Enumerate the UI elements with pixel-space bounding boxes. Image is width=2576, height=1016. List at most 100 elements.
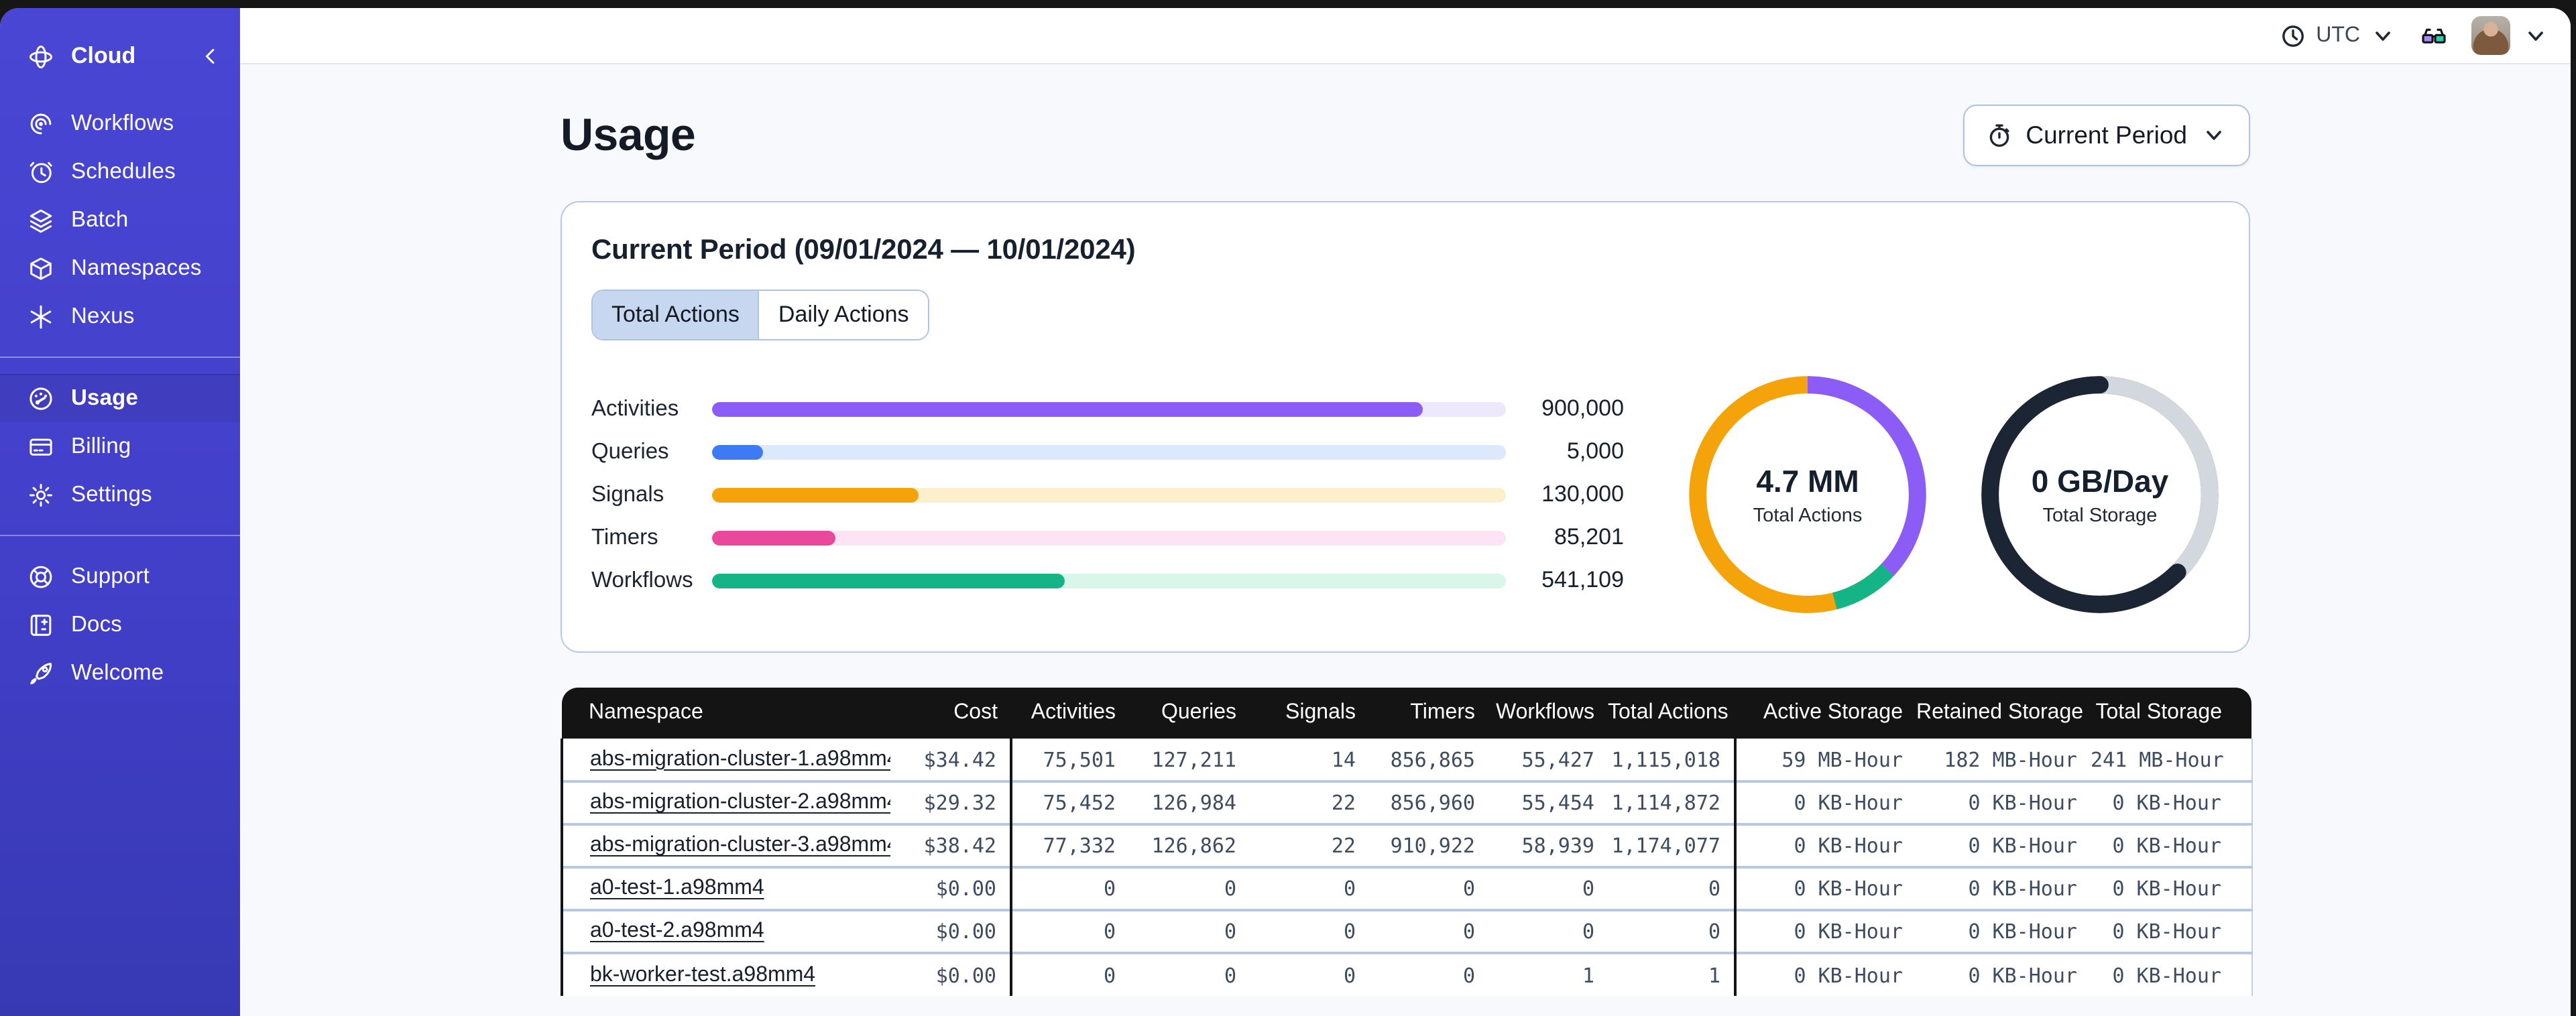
tab-total-actions[interactable]: Total Actions — [593, 291, 758, 339]
user-avatar[interactable] — [2471, 16, 2510, 55]
column-header-workflows: Workflows — [1488, 688, 1608, 739]
table-cell: 75,501 — [1011, 739, 1129, 781]
table-row: a0-test-2.a98mm4 $0.00 0 0 0 0 0 0 0 KB-Hour 0 KB… — [561, 909, 2252, 953]
table-row: a0-test-1.a98mm4 $0.00 0 0 0 0 0 0 0 KB-Hour 0 KB… — [561, 866, 2252, 910]
namespace-link[interactable]: bk-worker-test.a98mm4 — [590, 963, 815, 986]
namespace-link[interactable]: abs-migration-cluster-1.a98mm4 — [590, 747, 890, 770]
table-cell: 0 — [1129, 952, 1250, 996]
table-cell: 0 — [1250, 866, 1369, 910]
bar-label: Activities — [591, 396, 679, 420]
docs-icon — [27, 611, 55, 639]
sidebar-item-namespaces[interactable]: Namespaces — [0, 244, 240, 292]
sidebar-item-welcome[interactable]: Welcome — [0, 649, 240, 697]
glasses-feedback-icon[interactable] — [2420, 22, 2447, 49]
table-cell: 0 — [1369, 952, 1488, 996]
table-cell: 55,454 — [1488, 780, 1608, 824]
timezone-selector[interactable]: UTC — [2280, 22, 2396, 49]
namespace-link[interactable]: a0-test-1.a98mm4 — [590, 877, 764, 899]
table-row: abs-migration-cluster-2.a98mm4 $29.32 75,4… — [561, 780, 2252, 824]
bar-fill — [712, 401, 1423, 416]
sidebar-item-label: Batch — [71, 207, 129, 231]
table-cell: 241 MB-Hour — [2091, 739, 2252, 781]
sidebar-item-label: Settings — [71, 482, 152, 506]
bar-value: 900,000 — [1541, 395, 1624, 421]
sidebar-item-billing[interactable]: Billing — [0, 422, 240, 470]
column-header-cost: Cost — [890, 688, 1011, 739]
namespace-link[interactable]: a0-test-2.a98mm4 — [590, 919, 764, 942]
brand-label: Cloud — [71, 43, 136, 68]
temporal-logo-icon — [27, 42, 55, 70]
bar-row-activities: Activities 900,000 — [591, 387, 1624, 430]
table-cell: 126,984 — [1129, 780, 1250, 824]
namespace-link[interactable]: abs-migration-cluster-2.a98mm4 — [590, 791, 890, 814]
table-cell: 0 KB-Hour — [1916, 952, 2091, 996]
table-row: abs-migration-cluster-1.a98mm4 $34.42 75,5… — [561, 739, 2252, 781]
bar-row-queries: Queries 5,000 — [591, 430, 1624, 473]
table-cell: 77,332 — [1011, 823, 1129, 867]
table-cell: 1,174,077 — [1608, 823, 1737, 867]
actions-tab-group: Total Actions Daily Actions — [591, 290, 929, 340]
sidebar-item-settings[interactable]: Settings — [0, 470, 240, 519]
donut-label: Total Storage — [2042, 505, 2158, 526]
tab-daily-actions[interactable]: Daily Actions — [758, 291, 928, 339]
bar-row-workflows: Workflows 541,109 — [591, 559, 1624, 602]
namespace-cell[interactable]: abs-migration-cluster-3.a98mm4 — [561, 823, 890, 867]
sidebar: Cloud Workflows Schedules Batch Namespaces N… — [0, 8, 240, 1016]
namespace-cell[interactable]: abs-migration-cluster-2.a98mm4 — [561, 780, 890, 824]
sidebar-item-batch[interactable]: Batch — [0, 196, 240, 244]
sidebar-item-docs[interactable]: Docs — [0, 600, 240, 649]
table-cell: $0.00 — [890, 866, 1012, 910]
bar-value: 85,201 — [1554, 524, 1624, 550]
sidebar-item-support[interactable]: Support — [0, 552, 240, 600]
sidebar-item-label: Usage — [71, 385, 139, 409]
table-cell: 0 — [1011, 866, 1129, 910]
sidebar-item-schedules[interactable]: Schedules — [0, 147, 240, 196]
column-header-namespace: Namespace — [562, 688, 890, 739]
namespace-cell[interactable]: bk-worker-test.a98mm4 — [561, 952, 890, 996]
nexus-icon — [27, 302, 55, 330]
namespace-link[interactable]: abs-migration-cluster-3.a98mm4 — [590, 834, 890, 856]
account-menu[interactable] — [2471, 16, 2549, 55]
bar-track — [712, 573, 1506, 588]
sidebar-item-label: Welcome — [71, 660, 164, 684]
bar-track — [712, 444, 1506, 459]
table-cell: 1 — [1608, 952, 1737, 996]
table-cell: 55,427 — [1488, 739, 1608, 781]
table-cell: 0 — [1608, 909, 1737, 953]
bar-track — [712, 487, 1506, 502]
workflows-icon — [27, 109, 55, 137]
sidebar-divider — [0, 535, 240, 536]
donut-total-actions: 4.7 MM Total Actions — [1686, 373, 1930, 617]
period-selector-button[interactable]: Current Period — [1963, 105, 2250, 166]
sidebar-item-nexus[interactable]: Nexus — [0, 292, 240, 340]
table-cell: 0 — [1250, 909, 1369, 953]
donut-total-storage: 0 GB/Day Total Storage — [1978, 373, 2222, 617]
bar-fill — [712, 444, 764, 459]
support-icon — [27, 562, 55, 590]
topbar: UTC — [240, 8, 2571, 64]
sidebar-collapse-icon[interactable] — [200, 46, 221, 67]
namespace-cell[interactable]: abs-migration-cluster-1.a98mm4 — [561, 739, 890, 781]
namespace-cell[interactable]: a0-test-2.a98mm4 — [561, 909, 890, 953]
schedules-icon — [27, 157, 55, 186]
sidebar-brand[interactable]: Cloud — [0, 32, 240, 80]
table-cell: 0 — [1369, 866, 1488, 910]
bar-fill — [712, 487, 919, 502]
bar-row-timers: Timers 85,201 — [591, 516, 1624, 559]
sidebar-item-usage[interactable]: Usage — [0, 374, 240, 422]
table-cell: 0 — [1488, 909, 1608, 953]
app-root: Cloud Workflows Schedules Batch Namespaces N… — [0, 0, 2576, 1016]
table-cell: 59 MB-Hour — [1735, 739, 1916, 781]
table-cell: 0 — [1129, 909, 1250, 953]
bar-row-signals: Signals 130,000 — [591, 473, 1624, 516]
namespace-cell[interactable]: a0-test-1.a98mm4 — [561, 866, 890, 910]
settings-icon — [27, 481, 55, 509]
sidebar-item-workflows[interactable]: Workflows — [0, 99, 240, 147]
table-cell: $0.00 — [890, 909, 1012, 953]
namespaces-icon — [27, 254, 55, 282]
bar-value: 130,000 — [1541, 481, 1624, 507]
summary-donuts: 4.7 MM Total Actions 0 GB/Day Total Storage — [1686, 373, 2222, 617]
table-cell: 0 KB-Hour — [1735, 909, 1916, 953]
table-cell: 0 — [1011, 909, 1129, 953]
table-cell: 0 KB-Hour — [2091, 866, 2252, 910]
